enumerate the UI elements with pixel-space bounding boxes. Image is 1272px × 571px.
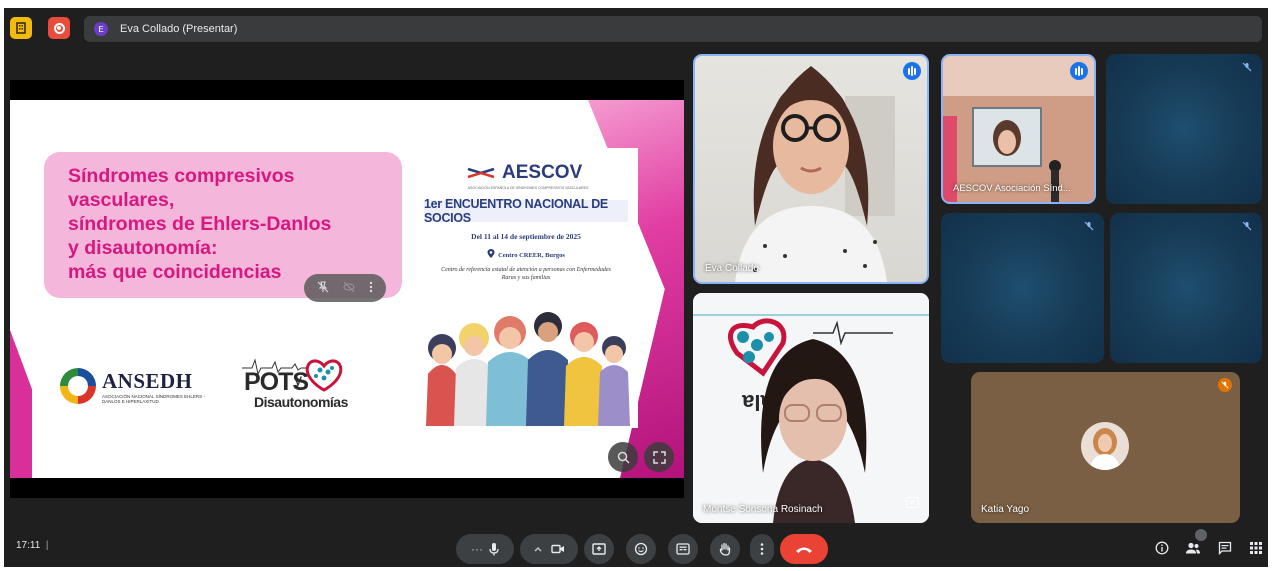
- bottom-control-bar: 17:11 | ···: [4, 529, 1268, 567]
- participant-tile-aescov[interactable]: AESCOV Asociación Sínd...: [941, 54, 1096, 204]
- present-to-all-icon: [592, 543, 606, 555]
- more-horiz-icon[interactable]: ···: [471, 542, 483, 556]
- poster-event-title: 1er ENCUENTRO NACIONAL DE SOCIOS: [424, 197, 608, 225]
- clock-time: 17:11: [16, 540, 41, 551]
- more-options-button[interactable]: [750, 534, 774, 564]
- ansedh-subtitle: ASOCIACIÓN NACIONAL SÍNDROMES EHLERS - D…: [102, 393, 205, 404]
- presentation-overlay-controls: [304, 274, 386, 302]
- participant-name: AESCOV Asociación Sínd...: [953, 183, 1071, 194]
- emoji-icon: [634, 542, 648, 556]
- microphone-control[interactable]: ···: [456, 534, 514, 564]
- poster-place: Centro CREER, Burgos: [414, 249, 638, 259]
- participant-tile-camera-off[interactable]: [1110, 213, 1262, 363]
- mic-off-icon: [1240, 60, 1254, 74]
- participant-tile-eva-collado[interactable]: Eva Collado: [693, 54, 929, 284]
- people-icon: [1186, 542, 1200, 554]
- leave-call-button[interactable]: [780, 534, 828, 564]
- chevron-up-icon[interactable]: [533, 545, 543, 553]
- activities-button[interactable]: [10, 17, 32, 39]
- people-button[interactable]: [1184, 539, 1202, 557]
- poster-event-band: 1er ENCUENTRO NACIONAL DE SOCIOS: [424, 197, 628, 225]
- presenter-chip[interactable]: E Eva Collado (Presentar): [84, 16, 1262, 42]
- ansedh-logo: ANSEDH ASOCIACIÓN NACIONAL SÍNDROMES EHL…: [60, 355, 230, 417]
- zoom-icon: [617, 451, 630, 464]
- chat-icon: [1218, 541, 1232, 555]
- microphone-icon: [489, 543, 499, 556]
- call-end-icon: [796, 547, 812, 553]
- slide-decoration-left: [10, 330, 32, 478]
- present-screen-button[interactable]: [584, 534, 614, 564]
- speaking-indicator-icon: [903, 62, 921, 80]
- presenter-label: Eva Collado (Presentar): [120, 23, 238, 35]
- meeting-clock: 17:11 |: [16, 540, 48, 551]
- captions-button[interactable]: [668, 534, 698, 564]
- apps-grid-icon: [1250, 542, 1262, 554]
- recording-button[interactable]: [48, 17, 70, 39]
- more-vert-icon: [760, 543, 764, 555]
- meeting-window: E Eva Collado (Presentar) Síndromes comp…: [4, 8, 1268, 567]
- hand-icon: [719, 542, 731, 556]
- record-icon: [53, 22, 65, 34]
- participant-name: Katia Yago: [981, 504, 1030, 515]
- slide-title-line: vasculares,: [68, 189, 175, 211]
- videocam-icon: [551, 544, 564, 554]
- clock-separator: |: [45, 540, 49, 551]
- participant-name: Eva Collado: [705, 263, 759, 274]
- more-vert-icon[interactable]: [369, 281, 373, 296]
- slide-title-line: síndromes de Ehlers-Danlos: [68, 213, 332, 235]
- poster-place-text: Centro CREER, Burgos: [498, 252, 565, 259]
- aescov-mark-icon: [467, 167, 495, 179]
- ansedh-emblem-icon: [60, 368, 96, 404]
- ansedh-name: ANSEDH: [102, 368, 193, 393]
- aescov-logo: AESCOV: [466, 162, 582, 184]
- pots-connector: y: [294, 372, 302, 389]
- building-icon: [16, 22, 26, 34]
- speaking-indicator-icon: [1070, 62, 1088, 80]
- participant-video: [943, 56, 1094, 202]
- participant-tile-montse[interactable]: sala Montse Sonsona Rosinach: [693, 293, 929, 523]
- mic-off-icon: [1218, 378, 1232, 392]
- camera-control[interactable]: [520, 534, 578, 564]
- closed-caption-icon: [676, 543, 690, 555]
- group-people-illustration-icon: [426, 312, 630, 426]
- slide-title-line: Síndromes compresivos: [68, 165, 295, 187]
- chat-button[interactable]: [1216, 539, 1234, 557]
- fullscreen-button[interactable]: [644, 442, 674, 472]
- mic-off-icon: [1082, 219, 1096, 233]
- presenter-avatar: E: [94, 22, 108, 36]
- presentation-slide: Síndromes compresivos vasculares, síndro…: [10, 100, 684, 478]
- pots-disautonomias: Disautonomías: [254, 394, 348, 410]
- pots-logo: POTS y Disautonomías: [242, 350, 362, 420]
- top-bar: E Eva Collado (Presentar): [4, 8, 1268, 48]
- poster-description: Centro de referencia estatal de atención…: [441, 267, 611, 281]
- pin-off-icon[interactable]: [317, 280, 329, 296]
- zoom-in-button[interactable]: [608, 442, 638, 472]
- activities-panel-button[interactable]: [1247, 539, 1265, 557]
- participant-avatar: [1081, 422, 1129, 470]
- raise-hand-button[interactable]: [710, 534, 740, 564]
- presentation-frame: Síndromes compresivos vasculares, síndro…: [10, 80, 684, 498]
- visibility-off-icon[interactable]: [343, 281, 355, 296]
- reactions-button[interactable]: [626, 534, 656, 564]
- aescov-name: AESCOV: [502, 162, 583, 183]
- slide-title-line: y disautonomía:: [68, 237, 218, 259]
- event-poster: AESCOV ASOCIACIÓN ESPAÑOLA DE SÍNDROMES …: [414, 148, 638, 428]
- poster-dates: Del 11 al 14 de septiembre de 2025: [471, 232, 581, 241]
- participant-video: [735, 66, 895, 282]
- location-pin-icon: [487, 249, 495, 258]
- fullscreen-icon: [652, 450, 666, 464]
- participant-video: sala: [693, 293, 929, 523]
- info-icon: [1155, 541, 1169, 555]
- aescov-subtitle: ASOCIACIÓN ESPAÑOLA DE SÍNDROMES COMPRES…: [467, 186, 589, 190]
- participant-tile-camera-off[interactable]: [1106, 54, 1262, 204]
- participant-tile-katia-yago[interactable]: Katia Yago: [971, 372, 1240, 523]
- meeting-details-button[interactable]: [1153, 539, 1171, 557]
- participant-tile-camera-off[interactable]: [941, 213, 1104, 363]
- screen-share-icon: [906, 495, 919, 513]
- participant-name: Montse Sonsona Rosinach: [703, 504, 823, 515]
- mic-off-icon: [1240, 219, 1254, 233]
